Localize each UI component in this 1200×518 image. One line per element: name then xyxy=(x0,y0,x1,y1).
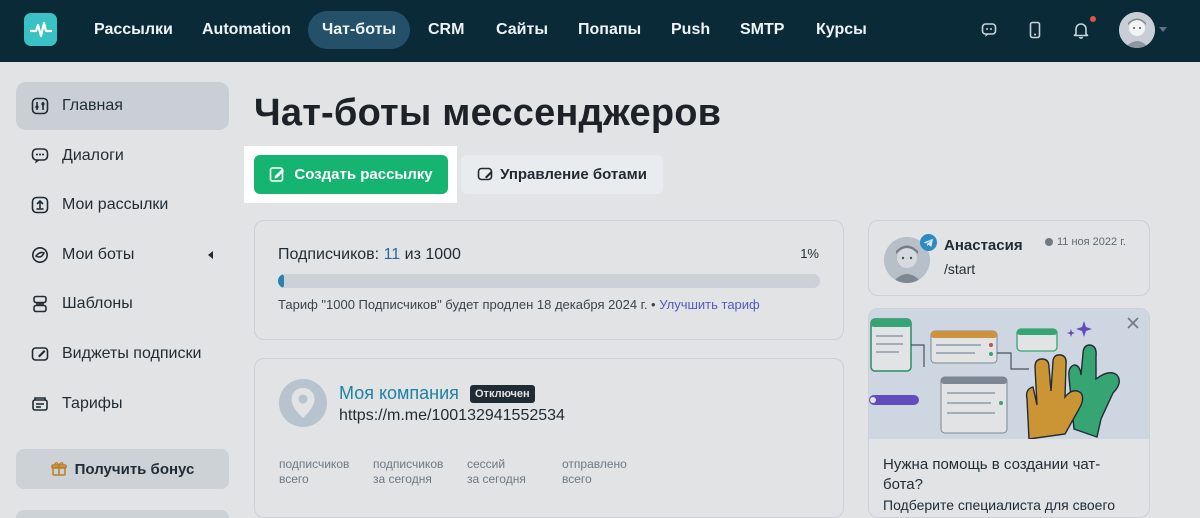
widget-icon xyxy=(30,344,50,364)
sidebar-item-label: Шаблоны xyxy=(62,295,133,312)
close-icon[interactable] xyxy=(1125,315,1141,331)
stat-label: за сегодня xyxy=(467,472,526,486)
dialog-last-message: /start xyxy=(944,261,976,277)
nav-item-crm[interactable]: CRM xyxy=(414,11,478,49)
last-dialog-card[interactable]: Анастасия 11 ноя 2022 г. /start xyxy=(868,220,1150,296)
tariff-text: Тариф "1000 Подписчиков" будет продлен 1… xyxy=(278,297,656,312)
status-badge: Отключен xyxy=(470,385,535,403)
stat-label: отправлено xyxy=(562,457,627,471)
subscribers-progress-bar xyxy=(278,274,820,288)
tariffs-icon xyxy=(30,394,50,414)
stat-sent-total: отправлено всего xyxy=(562,457,627,487)
sidebar-item-label: Тарифы xyxy=(62,395,123,412)
chevron-left-icon[interactable] xyxy=(208,251,213,259)
help-title: Нужна помощь в создании чат-бота? xyxy=(883,456,1101,493)
stat-subscribers-total: подписчиков всего xyxy=(279,457,349,487)
sidebar-item-label: Мои боты xyxy=(62,246,135,263)
progress-fill xyxy=(278,274,284,288)
stat-label: всего xyxy=(279,472,309,486)
sidebar-item-label: Мои рассылки xyxy=(62,196,169,213)
dialog-date: 11 ноя 2022 г. xyxy=(1045,236,1126,248)
nav-item-courses[interactable]: Курсы xyxy=(802,11,881,49)
dialog-date-text: 11 ноя 2022 г. xyxy=(1057,236,1126,248)
subscribers-card: Подписчиков: 11 из 1000 1% Тариф "1000 П… xyxy=(254,220,844,340)
nav-item-automation[interactable]: Automation xyxy=(188,11,305,49)
stat-label: всего xyxy=(562,472,592,486)
help-subtitle: Подберите специалиста для своего xyxy=(883,497,1116,513)
templates-icon xyxy=(30,294,50,314)
sidebar-item-label: Главная xyxy=(62,97,123,114)
stat-sessions-today: сессий за сегодня xyxy=(467,457,526,487)
nav-item-smtp[interactable]: SMTP xyxy=(726,11,798,49)
edit-document-icon xyxy=(269,166,286,183)
stat-label: подписчиков xyxy=(373,457,444,471)
contact-name: Анастасия xyxy=(944,237,1023,254)
nav-item-mailings[interactable]: Рассылки xyxy=(80,11,187,49)
notification-dot xyxy=(1090,16,1096,22)
help-promo-card[interactable]: Нужна помощь в создании чат-бота? Подбер… xyxy=(868,308,1150,518)
logo-icon[interactable] xyxy=(24,13,57,46)
page-title: Чат-боты мессенджеров xyxy=(254,92,722,134)
nav-item-sites[interactable]: Сайты xyxy=(482,11,562,49)
chat-support-icon[interactable] xyxy=(977,18,1001,42)
manage-bots-label: Управление ботами xyxy=(500,166,647,183)
sidebar-item-templates[interactable]: Шаблоны xyxy=(16,280,229,328)
user-avatar[interactable] xyxy=(1119,12,1155,48)
bot-name[interactable]: Моя компания xyxy=(339,383,459,404)
sidebar: Главная Диалоги Мои рассылки Мои боты Ша… xyxy=(0,62,244,518)
sidebar-item-my-mailings[interactable]: Мои рассылки xyxy=(16,181,229,229)
sidebar-item-home[interactable]: Главная xyxy=(16,82,229,130)
get-bonus-button[interactable]: Получить бонус xyxy=(16,449,229,489)
create-mailing-label: Создать рассылку xyxy=(294,166,433,183)
gift-icon xyxy=(50,461,67,477)
bot-url: https://m.me/100132941552534 xyxy=(339,407,565,424)
subscribers-label: Подписчиков: xyxy=(278,246,380,263)
sidebar-item-my-bots[interactable]: Мои боты xyxy=(16,231,229,279)
sidebar-item-subscription-widgets[interactable]: Виджеты подписки xyxy=(16,330,229,378)
location-pin-icon xyxy=(279,379,327,427)
status-dot-icon xyxy=(1045,238,1053,246)
stat-subscribers-today: подписчиков за сегодня xyxy=(373,457,443,487)
upgrade-tariff-link[interactable]: Улучшить тариф xyxy=(659,297,760,312)
sidebar-item-label: Виджеты подписки xyxy=(62,345,202,362)
tariff-info: Тариф "1000 Подписчиков" будет продлен 1… xyxy=(278,297,760,312)
nav-item-popups[interactable]: Попапы xyxy=(564,11,655,49)
home-dashboard-icon xyxy=(30,96,50,116)
upload-campaign-icon xyxy=(30,195,50,215)
bell-icon[interactable] xyxy=(1069,18,1093,42)
sidebar-item-label: Диалоги xyxy=(62,147,124,164)
subscribers-of: из xyxy=(404,246,421,263)
subscribers-count: Подписчиков: 11 из 1000 xyxy=(278,246,461,264)
chevron-down-icon[interactable] xyxy=(1159,27,1167,32)
stat-label: за сегодня xyxy=(373,472,432,486)
manage-bots-icon xyxy=(477,167,494,182)
nav-item-chatbots[interactable]: Чат-боты xyxy=(308,11,411,49)
create-mailing-button[interactable]: Создать рассылку xyxy=(254,155,448,194)
dialogs-icon xyxy=(30,146,50,166)
chatbot-illustration xyxy=(869,309,1149,440)
manage-bots-button[interactable]: Управление ботами xyxy=(461,155,663,194)
mobile-icon[interactable] xyxy=(1023,18,1047,42)
subscribers-percent: 1% xyxy=(800,246,819,261)
stat-label: подписчиков xyxy=(279,457,350,471)
sidebar-item-tariffs[interactable]: Тарифы xyxy=(16,380,229,428)
get-bonus-label: Получить бонус xyxy=(74,460,195,478)
stat-label: сессий xyxy=(467,457,506,471)
sidebar-item-dialogs[interactable]: Диалоги xyxy=(16,132,229,180)
telegram-icon xyxy=(920,234,937,251)
bot-icon xyxy=(30,245,50,265)
sidebar-bottom-panel xyxy=(16,510,229,518)
bot-card[interactable]: Моя компания Отключен https://m.me/10013… xyxy=(254,358,844,518)
subscribers-limit: 1000 xyxy=(425,246,461,263)
subscribers-value: 11 xyxy=(383,246,401,263)
nav-item-push[interactable]: Push xyxy=(657,11,724,49)
top-navigation: Рассылки Automation Чат-боты CRM Сайты П… xyxy=(0,0,1200,62)
